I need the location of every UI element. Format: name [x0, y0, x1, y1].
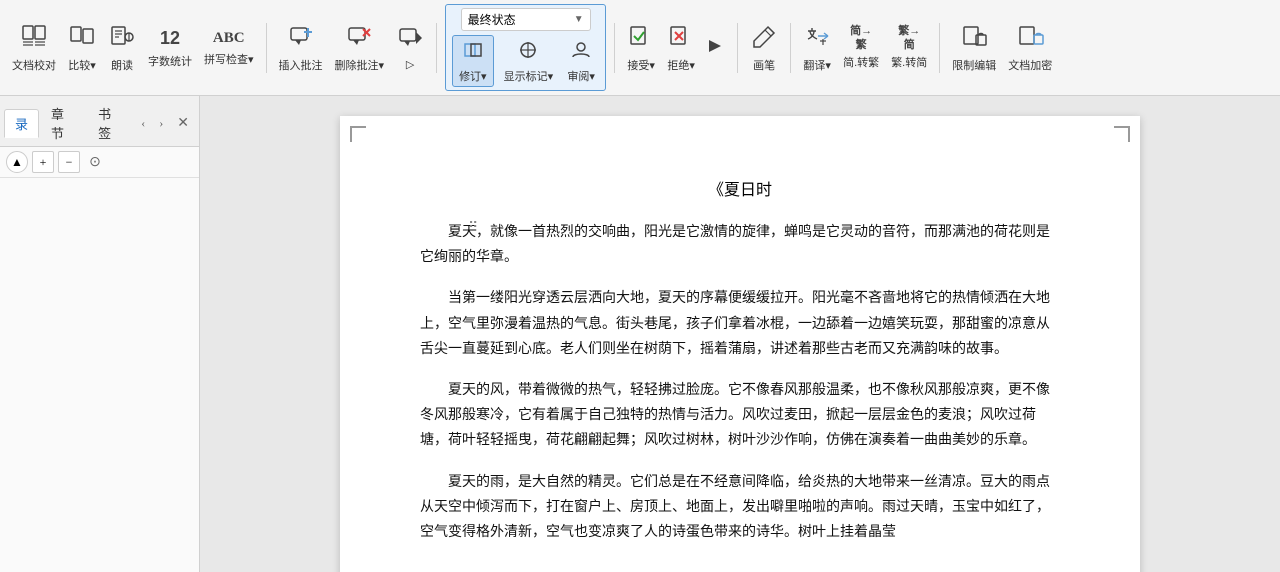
sidebar-remove-button[interactable]: − [58, 151, 80, 173]
show-markup-button[interactable]: 显示标记▾ [500, 36, 558, 86]
show-markup-icon [516, 38, 540, 66]
accept-button[interactable]: 接受▾ [623, 21, 659, 75]
reject-icon [667, 23, 695, 55]
sep-3 [614, 23, 615, 73]
sidebar-up-icon: ▲ [11, 155, 23, 170]
paragraph-3: 夏天的风，带着微微的热气，轻轻拂过脸庞。它不像春风那般温柔，也不像秋风那般凉爽，… [420, 378, 1060, 454]
compare-button[interactable]: 比较▾ [64, 21, 100, 75]
sidebar-tab-prev-arrow[interactable]: ‹ [135, 112, 151, 135]
read-aloud-button[interactable]: 朗读 [104, 21, 140, 75]
next-comment-button[interactable]: ▷ [392, 22, 428, 73]
accept-label: 接受▾ [627, 57, 655, 73]
track-changes-section: 最终状态 ▼ 修订▾ 显示标记▾ 审阅▾ [445, 4, 606, 91]
sep-4 [737, 23, 738, 73]
compare-icon [68, 23, 96, 55]
restrict-edit-icon [960, 23, 988, 55]
simp-to-trad-icon: 简→繁 [850, 25, 872, 51]
doc-compare-label: 文档校对 [12, 57, 56, 73]
sidebar-tab-chapter[interactable]: 章节 [41, 100, 86, 146]
sidebar-settings-icon: ⊙ [89, 154, 101, 171]
page-corner-tr [1114, 126, 1130, 142]
page-corner-tl [350, 126, 366, 142]
spell-check-icon: ABC [213, 28, 245, 49]
doc-compare-icon [20, 23, 48, 55]
paragraph-4: 夏天的雨，是大自然的精灵。它们总是在不经意间降临，给炎热的大地带来一丝清凉。豆大… [420, 470, 1060, 546]
pen-icon [750, 23, 778, 55]
trad-to-simp-icon: 繁→简 [898, 25, 920, 51]
doc-encrypt-icon [1016, 23, 1044, 55]
track-changes-button[interactable]: 修订▾ [452, 35, 494, 87]
trad-to-simp-label: 繁.转简 [891, 54, 927, 70]
document-title: 《夏日时 [420, 176, 1060, 200]
main-area: 录 章节 书签 ‹ › ✕ ▲ + − ⊙ [0, 96, 1280, 572]
toolbar: 文档校对 比较▾ 朗读 12 字数统计 ABC 拼写检查▾ 插入批注 删 [0, 0, 1280, 96]
doc-compare-button[interactable]: 文档校对 [8, 21, 60, 75]
track-status-dropdown[interactable]: 最终状态 ▼ [461, 8, 591, 31]
next-change-icon [707, 32, 725, 64]
sidebar-tab-toc[interactable]: 录 [4, 109, 39, 138]
pen-label: 画笔 [753, 57, 775, 73]
accept-icon [627, 23, 655, 55]
track-status-arrow: ▼ [574, 14, 584, 25]
restrict-edit-label: 限制编辑 [952, 57, 996, 73]
document-area[interactable]: 《夏日时 ⠿ 夏天，就像一首热烈的交响曲，阳光是它激情的旋律，蝉鸣是它灵动的音符… [200, 96, 1280, 572]
sidebar-remove-icon: − [66, 155, 73, 170]
sidebar-up-button[interactable]: ▲ [6, 151, 28, 173]
doc-encrypt-label: 文档加密 [1008, 57, 1052, 73]
translate-button[interactable]: 翻译▾ [799, 21, 835, 75]
next-comment-icon [396, 24, 424, 56]
word-count-button[interactable]: 12 字数统计 [144, 24, 196, 71]
show-markup-label: 显示标记▾ [504, 68, 554, 84]
translate-icon [803, 23, 831, 55]
sidebar-add-icon: + [40, 155, 47, 170]
translate-label: 翻译▾ [803, 57, 831, 73]
delete-comment-button[interactable]: 删除批注▾ [331, 21, 389, 75]
sidebar-tab-bookmark[interactable]: 书签 [88, 100, 133, 146]
pen-button[interactable]: 画笔 [746, 21, 782, 75]
sidebar-tab-next-arrow[interactable]: › [153, 112, 169, 135]
track-status-label: 最终状态 [468, 11, 516, 28]
sep-1 [266, 23, 267, 73]
sidebar-controls: ▲ + − ⊙ [0, 147, 199, 178]
trad-to-simp-button[interactable]: 繁→简 繁.转简 [887, 23, 931, 71]
read-aloud-icon [108, 23, 136, 55]
spell-check-label: 拼写检查▾ [204, 51, 254, 67]
sep-2 [436, 23, 437, 73]
insert-comment-label: 插入批注 [279, 57, 323, 73]
next-comment-label: ▷ [406, 58, 414, 71]
para-marker-1[interactable]: ⠿ [468, 220, 478, 237]
compare-label: 比较▾ [68, 57, 96, 73]
track-changes-label: 修订▾ [459, 68, 487, 84]
word-count-label: 字数统计 [148, 53, 192, 69]
sidebar-close-button[interactable]: ✕ [171, 111, 195, 136]
track-changes-icon [461, 38, 485, 66]
reject-button[interactable]: 拒绝▾ [663, 21, 699, 75]
sep-6 [939, 23, 940, 73]
sidebar: 录 章节 书签 ‹ › ✕ ▲ + − ⊙ [0, 96, 200, 572]
paragraph-1: 夏天，就像一首热烈的交响曲，阳光是它激情的旋律，蝉鸣是它灵动的音符，而那满池的荷… [420, 220, 1060, 270]
insert-comment-icon [287, 23, 315, 55]
delete-comment-label: 删除批注▾ [335, 57, 385, 73]
delete-comment-icon [345, 23, 373, 55]
sep-5 [790, 23, 791, 73]
paragraph-1-wrapper: ⠿ 夏天，就像一首热烈的交响曲，阳光是它激情的旋律，蝉鸣是它灵动的音符，而那满池… [420, 220, 1060, 270]
document-page: 《夏日时 ⠿ 夏天，就像一首热烈的交响曲，阳光是它激情的旋律，蝉鸣是它灵动的音符… [340, 116, 1140, 572]
sidebar-tabs: 录 章节 书签 ‹ › ✕ [0, 96, 199, 147]
next-change-button[interactable] [703, 30, 729, 66]
review-button[interactable]: 审阅▾ [563, 36, 599, 86]
simp-to-trad-label: 简.转繁 [843, 54, 879, 70]
review-icon [569, 38, 593, 66]
restrict-edit-button[interactable]: 限制编辑 [948, 21, 1000, 75]
paragraph-2: 当第一缕阳光穿透云层洒向大地，夏天的序幕便缓缓拉开。阳光毫不吝啬地将它的热情倾洒… [420, 286, 1060, 362]
doc-encrypt-button[interactable]: 文档加密 [1004, 21, 1056, 75]
sidebar-add-button[interactable]: + [32, 151, 54, 173]
reject-label: 拒绝▾ [667, 57, 695, 73]
read-aloud-label: 朗读 [111, 57, 133, 73]
sidebar-settings-button[interactable]: ⊙ [84, 151, 106, 173]
spell-check-button[interactable]: ABC 拼写检查▾ [200, 26, 258, 69]
word-count-icon: 12 [160, 26, 180, 51]
simp-to-trad-button[interactable]: 简→繁 简.转繁 [839, 23, 883, 71]
review-label: 审阅▾ [567, 68, 595, 84]
insert-comment-button[interactable]: 插入批注 [275, 21, 327, 75]
